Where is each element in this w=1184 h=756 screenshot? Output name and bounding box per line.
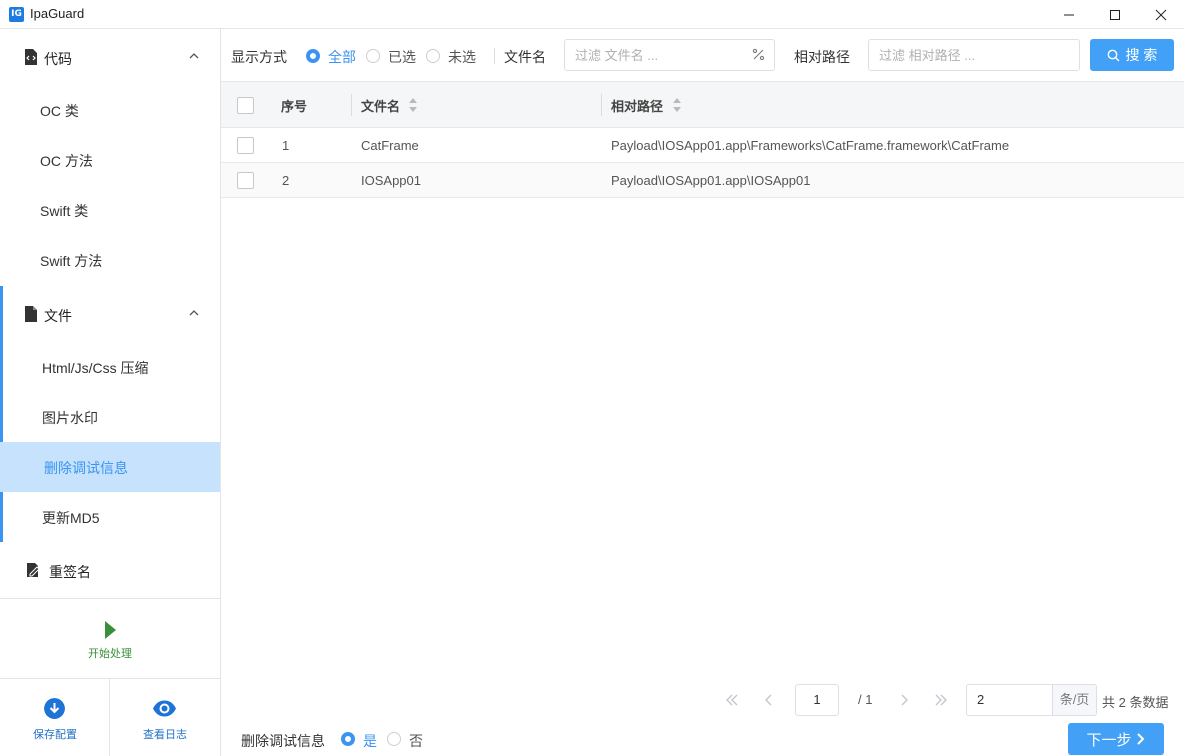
row-checkbox[interactable] — [237, 137, 254, 154]
nav-group-resign[interactable]: 重签名 — [0, 542, 220, 598]
current-page-input[interactable]: 1 — [795, 684, 839, 716]
page-size-input[interactable]: 2 条/页 — [966, 684, 1097, 716]
chevron-right-icon — [1136, 733, 1144, 745]
sidebar-item-oc-class[interactable]: OC 类 — [0, 85, 220, 135]
start-label: 开始处理 — [88, 648, 132, 660]
column-header-relative-path[interactable]: 相对路径 — [611, 96, 663, 115]
divider — [494, 48, 495, 64]
search-button[interactable]: 搜 索 — [1090, 39, 1174, 71]
row-filename: CatFrame — [361, 138, 419, 153]
start-processing-button[interactable]: 开始处理 — [0, 599, 220, 679]
filter-toolbar: 显示方式 全部 已选 未选 文件名 相对路径 搜 索 — [221, 29, 1184, 81]
column-header-index: 序号 — [281, 99, 308, 114]
radio-yes-label[interactable]: 是 — [363, 731, 377, 751]
nav-group-code[interactable]: 代码 — [0, 29, 220, 85]
table-header: 序号 文件名 相对路径 — [221, 81, 1184, 128]
prev-page-icon[interactable] — [761, 692, 777, 708]
page-size-unit: 条/页 — [1052, 685, 1096, 715]
radio-all-label[interactable]: 全部 — [328, 47, 356, 67]
column-divider — [351, 94, 352, 116]
file-icon — [25, 306, 37, 322]
close-icon — [1155, 9, 1167, 20]
chevron-up-icon — [189, 310, 199, 316]
total-pages: / 1 — [858, 692, 873, 707]
filename-label: 文件名 — [504, 49, 546, 65]
radio-no-label[interactable]: 否 — [409, 731, 423, 751]
search-icon — [1107, 49, 1120, 61]
sort-icon[interactable] — [408, 96, 418, 114]
relative-path-label: 相对路径 — [794, 49, 850, 65]
radio-no[interactable] — [387, 732, 401, 746]
row-relative-path: Payload\IOSApp01.app\IOSApp01 — [611, 173, 811, 188]
download-icon — [44, 698, 65, 719]
sidebar-item-swift-class[interactable]: Swift 类 — [0, 185, 220, 235]
view-log-button[interactable]: 查看日志 — [110, 679, 220, 756]
maximize-icon — [1110, 9, 1120, 20]
nav-group-label: 文件 — [44, 308, 72, 324]
radio-yes[interactable] — [341, 732, 355, 746]
next-step-button[interactable]: 下一步 — [1068, 723, 1164, 755]
minimize-button[interactable] — [1046, 0, 1092, 29]
row-relative-path: Payload\IOSApp01.app\Frameworks\CatFrame… — [611, 138, 1010, 153]
nav-group-file[interactable]: 文件 — [0, 286, 220, 342]
row-filename: IOSApp01 — [361, 173, 421, 188]
column-divider — [601, 94, 602, 116]
main-panel: 显示方式 全部 已选 未选 文件名 相对路径 搜 索 序号 文件名 — [221, 29, 1184, 756]
remove-debug-option-label: 删除调试信息 — [241, 733, 325, 749]
page-size-value: 2 — [977, 692, 985, 707]
column-header-filename[interactable]: 文件名 — [361, 96, 400, 115]
last-page-icon[interactable] — [933, 692, 949, 708]
display-mode-label: 显示方式 — [231, 49, 287, 65]
filename-filter-input[interactable] — [564, 39, 775, 71]
total-records: 共 2 条数据 — [1102, 695, 1169, 710]
save-config-button[interactable]: 保存配置 — [0, 679, 110, 756]
row-checkbox[interactable] — [237, 172, 254, 189]
radio-selected[interactable] — [366, 49, 380, 63]
sidebar-item-update-md5[interactable]: 更新MD5 — [0, 492, 220, 542]
next-page-icon[interactable] — [896, 692, 912, 708]
app-logo-icon: IG — [9, 7, 24, 22]
sidebar-item-swift-method[interactable]: Swift 方法 — [0, 235, 220, 285]
radio-unselected[interactable] — [426, 49, 440, 63]
maximize-button[interactable] — [1092, 0, 1138, 29]
minimize-icon — [1064, 14, 1074, 15]
table-row[interactable]: 1 CatFrame Payload\IOSApp01.app\Framewor… — [221, 128, 1184, 163]
code-file-icon — [25, 49, 37, 65]
signature-icon — [27, 563, 40, 577]
radio-all[interactable] — [306, 49, 320, 63]
regex-icon[interactable] — [752, 48, 765, 61]
sidebar-item-image-watermark[interactable]: 图片水印 — [0, 392, 220, 442]
nav-group-label: 代码 — [44, 51, 72, 67]
sort-icon[interactable] — [672, 96, 682, 114]
radio-unselected-label[interactable]: 未选 — [448, 47, 476, 67]
next-step-label: 下一步 — [1086, 731, 1132, 749]
search-button-label: 搜 索 — [1125, 47, 1158, 63]
relative-path-filter-input[interactable] — [868, 39, 1080, 71]
radio-selected-label[interactable]: 已选 — [388, 47, 416, 67]
sidebar-item-remove-debug-info[interactable]: 删除调试信息 — [0, 442, 220, 492]
table-row[interactable]: 2 IOSApp01 Payload\IOSApp01.app\IOSApp01 — [221, 163, 1184, 198]
close-button[interactable] — [1138, 0, 1184, 29]
row-index: 2 — [282, 173, 290, 188]
sidebar-item-html-compress[interactable]: Html/Js/Css 压缩 — [0, 342, 220, 392]
eye-icon — [153, 700, 176, 717]
row-index: 1 — [282, 138, 290, 153]
sidebar: 代码 OC 类 OC 方法 Swift 类 Swift 方法 文件 Html/J… — [0, 29, 221, 756]
first-page-icon[interactable] — [724, 692, 740, 708]
save-config-label: 保存配置 — [33, 729, 77, 741]
nav-group-label: 重签名 — [49, 564, 91, 580]
window-title: IpaGuard — [30, 6, 85, 21]
sidebar-item-oc-method[interactable]: OC 方法 — [0, 135, 220, 185]
select-all-checkbox[interactable] — [237, 97, 254, 114]
chevron-up-icon — [189, 53, 199, 59]
play-icon — [105, 621, 116, 639]
title-bar: IG IpaGuard — [0, 0, 1184, 29]
view-log-label: 查看日志 — [143, 729, 187, 741]
